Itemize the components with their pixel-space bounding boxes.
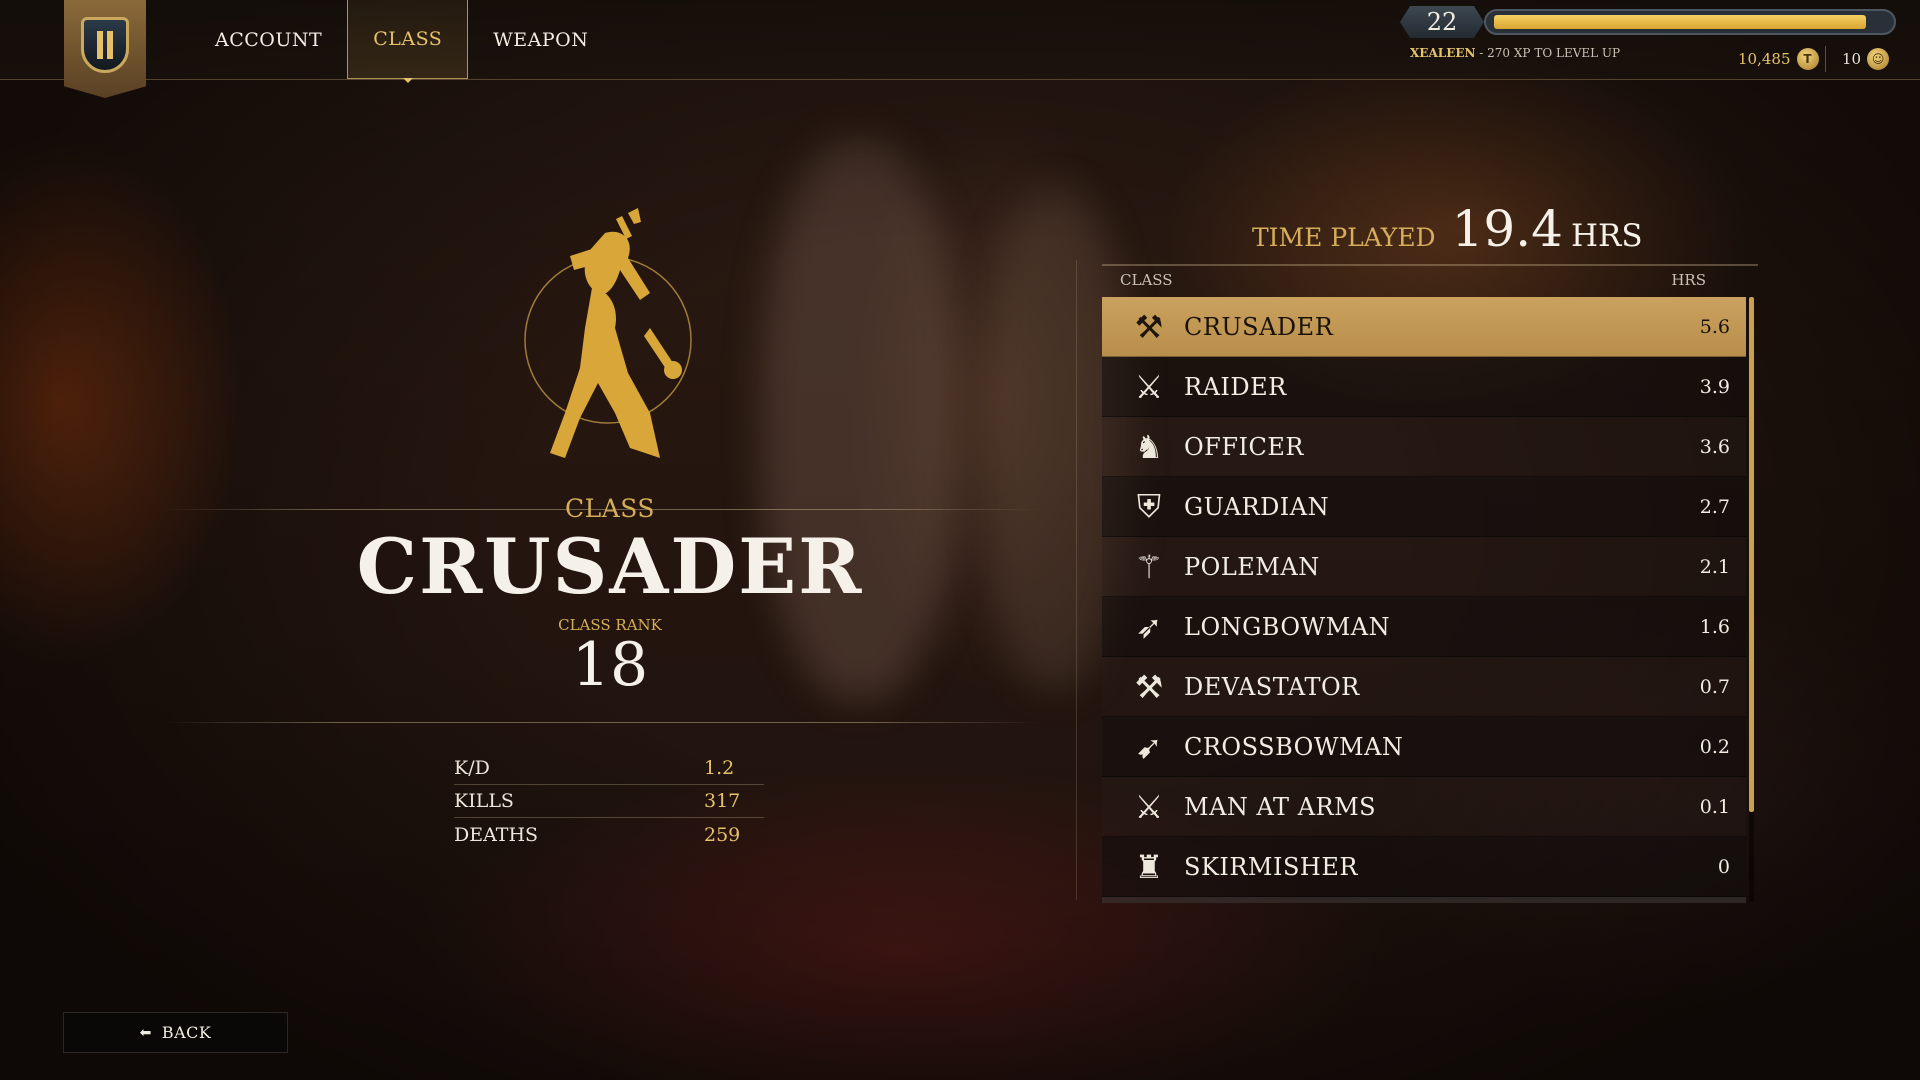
back-arrow-icon: ⬅ — [139, 1024, 152, 1041]
class-row-hours: 3.6 — [1699, 435, 1730, 458]
class-row-name: CRUSADER — [1184, 312, 1334, 341]
officer-icon: ♞ — [1134, 427, 1164, 466]
list-bottom-edge — [1102, 897, 1746, 903]
class-row-name: MAN AT ARMS — [1184, 792, 1377, 821]
class-rank-value: 18 — [571, 630, 649, 700]
gold-currency: 10,485 T — [1738, 48, 1819, 70]
class-row-name: SKIRMISHER — [1184, 852, 1358, 881]
crossbowman-icon: ➹ — [1135, 727, 1163, 766]
class-row-name: RAIDER — [1184, 372, 1287, 401]
stat-label: KILLS — [454, 790, 514, 812]
class-row-name: LONGBOWMAN — [1184, 612, 1391, 641]
class-row-name: GUARDIAN — [1184, 492, 1330, 521]
class-table-header: CLASS HRS — [1102, 264, 1758, 294]
blurred-character — [760, 140, 960, 700]
class-row-name: DEVASTATOR — [1184, 672, 1360, 701]
time-played-unit: HRS — [1570, 218, 1643, 254]
time-played-label: TIME PLAYED — [1252, 223, 1436, 252]
stat-value: 1.2 — [704, 757, 735, 779]
class-row[interactable]: ♞ OFFICER 3.6 — [1102, 417, 1746, 477]
scrollbar-thumb[interactable] — [1749, 297, 1754, 812]
class-label: CLASS — [564, 494, 656, 523]
class-row-name: OFFICER — [1184, 432, 1304, 461]
longbowman-icon: ➶ — [1135, 607, 1163, 646]
tab-class[interactable]: CLASS — [347, 0, 469, 83]
class-row[interactable]: ⚒ DEVASTATOR 0.7 — [1102, 657, 1746, 717]
crusader-class-emblem — [524, 208, 692, 458]
class-divider-bottom — [162, 722, 1042, 723]
game-logo[interactable] — [64, 0, 146, 98]
class-row-hours: 1.6 — [1699, 615, 1730, 638]
column-header-hrs: HRS — [1671, 271, 1706, 289]
column-header-class: CLASS — [1120, 271, 1173, 289]
class-row-hours: 0.2 — [1699, 735, 1730, 758]
shield-icon — [81, 17, 129, 73]
xp-remaining-text: - 270 XP TO LEVEL UP — [1479, 46, 1621, 60]
class-name-title: CRUSADER — [356, 522, 864, 611]
crown-amount: 10 — [1842, 50, 1862, 68]
class-row-hours: 0 — [1717, 855, 1730, 878]
tab-account[interactable]: ACCOUNT — [190, 0, 347, 80]
raider-icon: ⚔ — [1134, 367, 1164, 406]
gold-amount: 10,485 — [1738, 50, 1791, 68]
class-row-hours: 0.1 — [1699, 795, 1730, 818]
class-stats: K/D 1.2 KILLS 317 DEATHS 259 — [454, 752, 764, 851]
class-row-name: CROSSBOWMAN — [1184, 732, 1404, 761]
top-bar: ACCOUNT CLASS WEAPON 22 XEALEEN - 270 XP… — [0, 0, 1920, 98]
crown-currency: 10 ☺ — [1842, 48, 1890, 70]
back-button[interactable]: ⬅ BACK — [63, 1012, 288, 1053]
time-played: TIME PLAYED 19.4 HRS — [1252, 200, 1643, 258]
player-level-badge: 22 — [1400, 6, 1484, 38]
time-played-value: 19.4 — [1451, 200, 1563, 258]
class-list-scrollbar[interactable] — [1749, 297, 1754, 902]
class-row[interactable]: ⚔ MAN AT ARMS 0.1 — [1102, 777, 1746, 837]
guardian-icon: ⛨ — [1136, 487, 1161, 525]
xp-progress-fill — [1494, 15, 1867, 29]
stat-kd: K/D 1.2 — [454, 752, 764, 785]
tab-weapon[interactable]: WEAPON — [468, 0, 613, 80]
panel-divider — [1076, 260, 1077, 900]
class-row[interactable]: ⚚ POLEMAN 2.1 — [1102, 537, 1746, 597]
player-name: XEALEEN — [1410, 46, 1476, 60]
class-row[interactable]: ⛨ GUARDIAN 2.7 — [1102, 477, 1746, 537]
crusader-icon: ⚒ — [1134, 307, 1164, 346]
player-info: XEALEEN - 270 XP TO LEVEL UP — [1410, 46, 1620, 60]
class-row[interactable]: ➶ LONGBOWMAN 1.6 — [1102, 597, 1746, 657]
class-row[interactable]: ⚒ CRUSADER 5.6 — [1102, 297, 1746, 357]
class-row-hours: 2.7 — [1699, 495, 1730, 518]
stat-label: K/D — [454, 757, 490, 779]
class-row[interactable]: ➹ CROSSBOWMAN 0.2 — [1102, 717, 1746, 777]
crown-coin-icon: ☺ — [1867, 48, 1890, 70]
stat-label: DEATHS — [454, 823, 539, 846]
class-row-hours: 3.9 — [1699, 375, 1730, 398]
skirmisher-icon: ♜ — [1134, 847, 1164, 886]
class-row[interactable]: ♜ SKIRMISHER 0 — [1102, 837, 1746, 897]
class-list: ⚒ CRUSADER 5.6 ⚔ RAIDER 3.9 ♞ OFFICER 3.6 ⛨ GUARDI… — [1102, 297, 1746, 897]
class-row-name: POLEMAN — [1184, 552, 1320, 581]
man-at-arms-icon: ⚔ — [1134, 787, 1164, 826]
stat-deaths: DEATHS 259 — [454, 818, 764, 851]
class-row-hours: 5.6 — [1699, 315, 1730, 338]
class-row-hours: 2.1 — [1699, 555, 1730, 578]
poleman-icon: ⚚ — [1134, 547, 1164, 586]
stat-value: 259 — [704, 823, 741, 846]
class-row[interactable]: ⚔ RAIDER 3.9 — [1102, 357, 1746, 417]
back-button-label: BACK — [161, 1023, 212, 1042]
class-row-hours: 0.7 — [1699, 675, 1730, 698]
main-nav: ACCOUNT CLASS WEAPON — [190, 0, 613, 83]
stat-value: 317 — [704, 790, 741, 812]
stat-kills: KILLS 317 — [454, 785, 764, 818]
devastator-icon: ⚒ — [1134, 667, 1164, 706]
xp-progress-bar — [1484, 9, 1896, 35]
currency-divider — [1825, 46, 1826, 72]
gold-coin-icon: T — [1796, 48, 1819, 70]
